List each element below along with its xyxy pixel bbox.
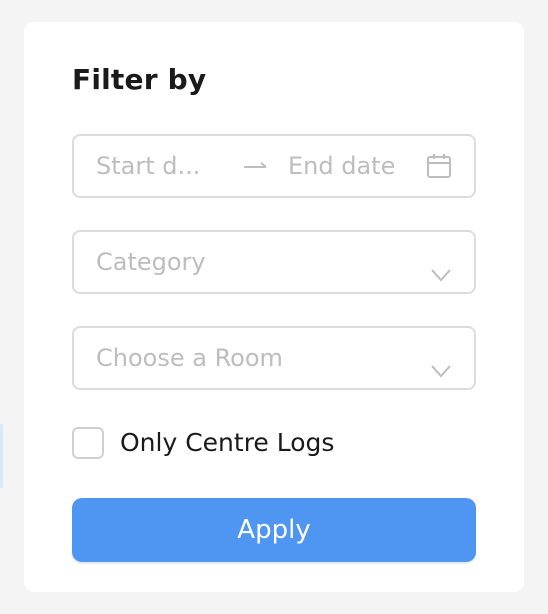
start-date-input[interactable]: Start d...	[96, 151, 200, 181]
category-select[interactable]: Category	[72, 230, 476, 294]
arrow-right-icon	[244, 162, 267, 168]
apply-button[interactable]: Apply	[72, 498, 476, 562]
category-placeholder: Category	[96, 248, 206, 276]
end-date-input[interactable]: End date	[288, 151, 395, 181]
only-centre-logs-checkbox[interactable]	[72, 427, 104, 459]
calendar-icon[interactable]	[426, 153, 452, 179]
date-range-picker[interactable]: Start d... End date	[72, 134, 476, 198]
filter-title: Filter by	[72, 63, 207, 96]
filter-panel: Filter by Start d... End date Category C…	[24, 22, 524, 592]
only-centre-logs-label[interactable]: Only Centre Logs	[120, 428, 334, 458]
room-placeholder: Choose a Room	[96, 344, 283, 372]
edge-accent	[0, 424, 3, 488]
room-select[interactable]: Choose a Room	[72, 326, 476, 390]
only-centre-logs-option[interactable]: Only Centre Logs	[72, 426, 334, 460]
chevron-down-icon	[431, 365, 451, 378]
chevron-down-icon	[431, 269, 451, 282]
